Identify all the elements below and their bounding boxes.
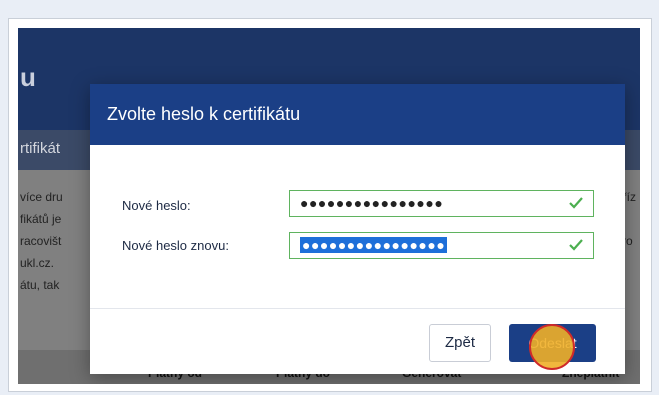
- app-viewport: u rtifikát více dru fikátů je racovišt u…: [18, 28, 640, 384]
- page-logo-fragment: u: [20, 62, 36, 92]
- body-line: racovišt: [20, 234, 62, 248]
- dialog-header: Zvolte heslo k certifikátu: [90, 84, 625, 145]
- click-indicator: [529, 324, 575, 370]
- confirm-password-input[interactable]: ●●●●●●●●●●●●●●●●: [289, 232, 594, 259]
- dialog-title: Zvolte heslo k certifikátu: [107, 104, 301, 124]
- body-line: více dru: [20, 190, 63, 204]
- new-password-label: Nové heslo:: [122, 198, 191, 213]
- new-password-value: ●●●●●●●●●●●●●●●●: [300, 195, 444, 211]
- confirm-password-selected-value: ●●●●●●●●●●●●●●●●: [300, 237, 448, 253]
- body-line: ukl.cz.: [20, 256, 55, 270]
- body-line: fikátů je: [20, 212, 62, 226]
- password-dialog: Zvolte heslo k certifikátu Nové heslo: ●…: [90, 84, 625, 374]
- dialog-divider: [90, 308, 625, 309]
- section-title: rtifikát: [20, 140, 61, 157]
- check-icon: [569, 239, 583, 251]
- check-icon: [569, 197, 583, 209]
- body-line: átu, tak: [20, 278, 60, 292]
- confirm-password-label: Nové heslo znovu:: [122, 238, 229, 253]
- back-button[interactable]: Zpět: [429, 324, 491, 362]
- new-password-input[interactable]: ●●●●●●●●●●●●●●●●: [289, 190, 594, 217]
